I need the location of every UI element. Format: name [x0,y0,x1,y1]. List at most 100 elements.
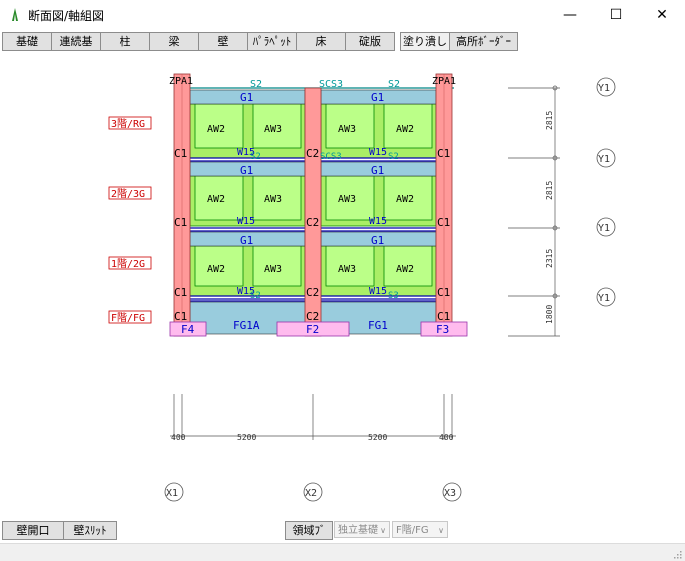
beam-button[interactable]: 梁 [149,32,199,51]
svg-text:400: 400 [439,433,454,442]
minimize-button[interactable]: — [547,0,593,30]
bottom-bar: 壁開口 壁ｽﾘｯﾄ 領域ﾌﾞ 独立基礎 ∨ F階/FG ∨ [0,518,685,542]
fill-toggle-button[interactable]: 塗り潰し [400,32,450,51]
minimize-icon: — [563,7,577,23]
svg-text:AW2: AW2 [396,194,414,205]
window-title: 断面図/軸組図 [28,9,105,23]
svg-text:C1: C1 [174,147,187,160]
bottom-dimension-values: 400 5200 5200 400 [171,433,454,442]
svg-text:SCS3: SCS3 [319,79,343,90]
continuous-foundation-button[interactable]: 連続基 [51,32,101,51]
svg-text:C1: C1 [437,310,450,323]
foundation-button[interactable]: 基礎 [2,32,52,51]
floor-label-3f: 3階/RG [111,118,145,130]
svg-text:SCS3: SCS3 [320,152,342,162]
region-button[interactable]: 領域ﾌﾞ [285,521,333,540]
svg-text:C1: C1 [437,286,450,299]
svg-text:G1: G1 [371,91,384,104]
independent-foundation-select[interactable]: 独立基礎 ∨ [334,521,390,538]
svg-text:S2: S2 [388,79,400,90]
chevron-down-icon: ∨ [380,526,386,535]
svg-text:C2: C2 [306,216,319,229]
svg-text:1800: 1800 [545,305,554,324]
svg-text:G1: G1 [240,164,253,177]
anchor-slab-button[interactable]: 碇版 [345,32,395,51]
svg-text:C1: C1 [174,216,187,229]
svg-text:5200: 5200 [368,433,387,442]
wall-button[interactable]: 壁 [198,32,248,51]
svg-text:FG1A: FG1A [233,319,260,332]
svg-text:S2: S2 [388,152,399,162]
app-icon [12,8,18,21]
svg-text:S2: S2 [250,79,262,90]
resize-grip-icon[interactable] [672,549,682,559]
wall-opening-button[interactable]: 壁開口 [2,521,64,540]
svg-text:AW2: AW2 [207,194,225,205]
close-button[interactable]: ✕ [639,0,685,30]
element-toolbar: 基礎 連続基 柱 梁 壁 ﾊﾟﾗﾍﾟｯﾄ 床 碇版 塗り潰し 高所ﾎﾞｰﾀﾞｰ [0,32,685,51]
maximize-icon: ☐ [609,7,623,23]
x-axis-label-1: X1 [166,488,178,499]
svg-text:S2: S2 [250,152,261,162]
svg-text:W15: W15 [369,216,387,227]
svg-text:W15: W15 [369,286,387,297]
close-icon: ✕ [656,7,668,23]
title-bar: 断面図/軸組図 — ☐ ✕ [0,0,685,30]
maximize-button[interactable]: ☐ [593,0,639,30]
svg-text:AW3: AW3 [264,194,282,205]
floor-label-2f: 2階/3G [111,188,145,200]
floor-labels: 3階/RG 2階/3G 1階/2G F階/FG [108,116,152,324]
svg-text:F4: F4 [181,323,195,336]
svg-text:AW2: AW2 [207,264,225,275]
svg-text:C2: C2 [306,286,319,299]
column-button[interactable]: 柱 [100,32,150,51]
svg-text:S2: S2 [250,291,261,301]
floor-button[interactable]: 床 [296,32,346,51]
status-bar [0,543,685,561]
svg-text:2315: 2315 [545,249,554,268]
svg-text:C1: C1 [174,286,187,299]
high-border-button[interactable]: 高所ﾎﾞｰﾀﾞｰ [449,32,518,51]
floor-label-ff: F階/FG [111,312,145,324]
x-axis-label-2: X2 [305,488,317,499]
svg-text:2815: 2815 [545,111,554,130]
bottom-dimension [170,394,456,440]
svg-text:ZPA1: ZPA1 [432,76,456,87]
svg-text:C2: C2 [306,310,319,323]
svg-text:G1: G1 [371,234,384,247]
chevron-down-icon: ∨ [438,526,444,535]
svg-text:Y1: Y1 [598,154,610,165]
svg-text:2815: 2815 [545,181,554,200]
svg-text:AW2: AW2 [396,264,414,275]
svg-text:5200: 5200 [237,433,256,442]
section-drawing-canvas[interactable]: 3階/RG 2階/3G 1階/2G F階/FG C1 C1 C1 C1 C2 C… [0,54,685,516]
svg-text:FG1: FG1 [368,319,388,332]
svg-text:F2: F2 [306,323,319,336]
y-axis-markers: Y1 Y1 Y1 Y1 [596,77,616,307]
svg-text:Y1: Y1 [598,293,610,304]
svg-text:G1: G1 [240,91,253,104]
svg-text:C2: C2 [306,147,319,160]
x-axis-markers: X1 X2 X3 [164,482,462,502]
svg-text:G1: G1 [371,164,384,177]
floor-select[interactable]: F階/FG ∨ [392,521,448,538]
svg-text:C1: C1 [174,310,187,323]
parapet-button[interactable]: ﾊﾟﾗﾍﾟｯﾄ [247,32,297,51]
svg-text:Y1: Y1 [598,223,610,234]
svg-text:Y1: Y1 [598,83,610,94]
wall-slit-button[interactable]: 壁ｽﾘｯﾄ [63,521,117,540]
svg-text:W15: W15 [237,216,255,227]
svg-text:AW3: AW3 [338,194,356,205]
x-axis-label-3: X3 [444,488,456,499]
svg-text:400: 400 [171,433,186,442]
svg-text:AW3: AW3 [264,264,282,275]
svg-text:W15: W15 [369,147,387,158]
svg-text:C1: C1 [437,147,450,160]
svg-text:AW3: AW3 [338,264,356,275]
svg-text:F3: F3 [436,323,449,336]
svg-text:G1: G1 [240,234,253,247]
svg-text:AW2: AW2 [396,124,414,135]
svg-text:AW2: AW2 [207,124,225,135]
svg-text:ZPA1: ZPA1 [169,76,193,87]
right-dimension-values: 2815 2815 2315 1800 [545,111,554,324]
